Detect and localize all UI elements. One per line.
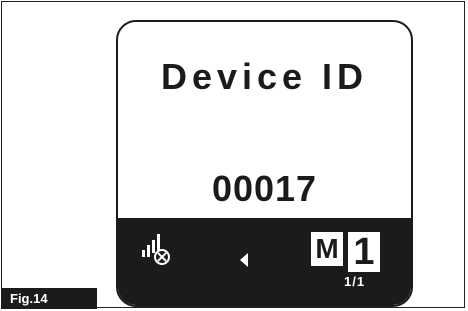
- page-indicator: 1/1: [344, 274, 366, 289]
- device-id-value: 00017: [211, 168, 318, 209]
- mode-letter-badge: M: [311, 232, 343, 266]
- back-arrow-icon[interactable]: [237, 251, 251, 269]
- signal-no-connection-icon: [142, 234, 170, 265]
- device-screen: Device ID 00017 M 1 1/1: [116, 20, 413, 307]
- mode-number-badge: 1: [348, 232, 380, 272]
- figure-label: Fig.14: [1, 288, 97, 309]
- status-bar: M 1 1/1: [118, 218, 411, 305]
- screen-title: Device ID: [160, 56, 369, 97]
